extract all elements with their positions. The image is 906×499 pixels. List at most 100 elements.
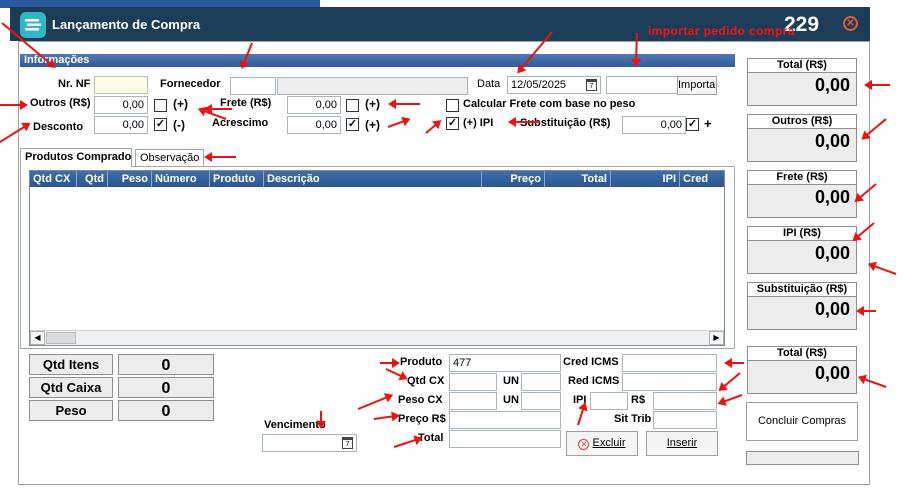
col-qtd-cx[interactable]: Qtd CX bbox=[30, 171, 77, 187]
frete-sign: (+) bbox=[365, 97, 380, 111]
data-value: 12/05/2025 bbox=[511, 79, 567, 91]
red-icms-label: Red ICMS bbox=[568, 375, 620, 387]
vencimento-calendar-icon[interactable]: 7 bbox=[342, 437, 353, 449]
un-label-2: UN bbox=[503, 375, 519, 387]
un-input[interactable] bbox=[521, 392, 561, 410]
preco-input[interactable] bbox=[449, 411, 561, 429]
preco-label: Preço R$ bbox=[398, 413, 446, 425]
data-input[interactable]: 12/05/2025 7 bbox=[507, 76, 601, 94]
frete-total-label: Frete (R$) bbox=[748, 171, 856, 185]
annotation-arrow bbox=[858, 310, 876, 312]
total-label-2: Total (R$) bbox=[748, 347, 856, 361]
total-item-input[interactable] bbox=[449, 430, 561, 448]
cred-icms-label: Cred ICMS bbox=[563, 356, 619, 368]
calc-frete-checkbox[interactable] bbox=[446, 99, 459, 112]
rs-label: R$ bbox=[631, 394, 646, 406]
acrescimo-input[interactable]: 0,00 bbox=[287, 116, 341, 134]
outros-total-label: Outros (R$) bbox=[748, 115, 856, 129]
fornecedor-label: Fornecedor bbox=[160, 78, 221, 90]
scroll-left-icon[interactable]: ◀ bbox=[30, 331, 45, 345]
col-qtd[interactable]: Qtd bbox=[77, 171, 108, 187]
annotation-importar-pedido: importar pedido compra bbox=[648, 24, 795, 38]
tab-observacao[interactable]: Observação bbox=[135, 149, 204, 167]
substituicao-total-label: Substituição (R$) bbox=[748, 283, 856, 297]
desconto-input[interactable]: 0,00 bbox=[94, 116, 148, 134]
ipi-total-label: IPI (R$) bbox=[748, 227, 856, 241]
qtd-itens-value: 0 bbox=[118, 354, 214, 375]
total-box-1: Total (R$) 0,00 bbox=[747, 58, 857, 106]
annotation-arrow bbox=[869, 263, 897, 275]
qtd-caixa-label: Qtd Caixa bbox=[29, 377, 113, 398]
col-cred[interactable]: Cred bbox=[680, 171, 726, 187]
excluir-icon: ✕ bbox=[578, 439, 590, 450]
frete-total-box: Frete (R$) 0,00 bbox=[747, 170, 857, 218]
excluir-label: Excluir bbox=[592, 437, 626, 449]
col-peso[interactable]: Peso bbox=[108, 171, 152, 187]
fornecedor-code-input[interactable] bbox=[230, 77, 276, 95]
ipi-label: (+) IPI bbox=[463, 117, 494, 129]
inserir-button[interactable]: Inserir bbox=[646, 431, 718, 456]
outros-checkbox[interactable] bbox=[154, 99, 167, 112]
scroll-right-icon[interactable]: ▶ bbox=[709, 331, 724, 345]
qtd-itens-label: Qtd Itens bbox=[29, 354, 113, 375]
col-ipi[interactable]: IPI bbox=[611, 171, 680, 187]
annotation-arrow bbox=[380, 358, 400, 368]
substituicao-total-box: Substituição (R$) 0,00 bbox=[747, 282, 857, 330]
qtd-caixa-value: 0 bbox=[118, 377, 214, 398]
qtd-cx-extra-input[interactable] bbox=[521, 373, 561, 391]
acrescimo-sign: (+) bbox=[365, 118, 380, 132]
un-label: UN bbox=[503, 394, 519, 406]
col-preco[interactable]: Preço bbox=[482, 171, 545, 187]
col-total[interactable]: Total bbox=[545, 171, 611, 187]
total-box-2: Total (R$) 0,00 bbox=[747, 346, 857, 394]
col-descricao[interactable]: Descrição bbox=[264, 171, 482, 187]
ipi-item-input[interactable] bbox=[590, 392, 628, 410]
calendar-icon[interactable]: 7 bbox=[586, 79, 597, 91]
ipi-checkbox[interactable]: ✓ bbox=[446, 117, 459, 130]
annotation-arrow bbox=[390, 103, 420, 105]
importar-input[interactable] bbox=[606, 76, 678, 94]
outros-total-value: 0,00 bbox=[814, 131, 850, 151]
concluir-compras-button[interactable]: Concluir Compras bbox=[746, 402, 858, 441]
importar-button[interactable]: Importar bbox=[677, 76, 717, 95]
substituicao-total-value: 0,00 bbox=[814, 299, 850, 319]
sit-trib-label: Sit Trib bbox=[614, 413, 652, 425]
sit-trib-input[interactable] bbox=[653, 411, 717, 429]
substituicao-checkbox[interactable]: ✓ bbox=[686, 118, 699, 131]
vencimento-input[interactable]: 7 bbox=[262, 434, 357, 452]
ipi-total-value: 0,00 bbox=[814, 243, 850, 263]
status-bar bbox=[746, 451, 859, 465]
col-numero[interactable]: Número bbox=[152, 171, 210, 187]
frete-total-value: 0,00 bbox=[814, 187, 850, 207]
ipi-total-box: IPI (R$) 0,00 bbox=[747, 226, 857, 274]
substituicao-input[interactable]: 0,00 bbox=[622, 116, 686, 134]
scroll-thumb[interactable] bbox=[46, 332, 76, 344]
outros-input[interactable]: 0,00 bbox=[94, 96, 148, 114]
tab-produtos-comprados[interactable]: Produtos Comprados bbox=[20, 148, 132, 167]
close-icon[interactable]: ✕ bbox=[843, 16, 858, 31]
ipi-rs-input[interactable] bbox=[653, 392, 717, 410]
substituicao-label: Substituição (R$) bbox=[520, 117, 611, 129]
desconto-sign: (-) bbox=[173, 118, 185, 132]
col-produto[interactable]: Produto bbox=[210, 171, 264, 187]
excluir-button[interactable]: ✕ Excluir bbox=[566, 431, 638, 456]
frete-checkbox[interactable] bbox=[346, 99, 359, 112]
qtd-cx-label: Qtd CX bbox=[407, 375, 445, 387]
annotation-arrow bbox=[206, 108, 232, 110]
nf-input[interactable] bbox=[94, 76, 148, 94]
cred-icms-input[interactable] bbox=[622, 354, 717, 372]
acrescimo-checkbox[interactable]: ✓ bbox=[346, 118, 359, 131]
annotation-arrow bbox=[0, 100, 28, 110]
peso-label: Peso bbox=[29, 400, 113, 421]
outros-sign: (+) bbox=[173, 97, 188, 111]
desconto-checkbox[interactable]: ✓ bbox=[154, 118, 167, 131]
qtd-cx-input[interactable] bbox=[449, 373, 497, 391]
produto-input[interactable]: 477 bbox=[449, 354, 561, 372]
grid-horizontal-scrollbar[interactable]: ◀ ▶ bbox=[30, 330, 724, 345]
red-icms-input[interactable] bbox=[622, 373, 717, 391]
peso-cx-input[interactable] bbox=[449, 392, 497, 410]
products-grid[interactable]: Qtd CX Qtd Peso Número Produto Descrição… bbox=[29, 170, 725, 346]
section-informacoes: Informações bbox=[20, 54, 735, 67]
inserir-label: Inserir bbox=[666, 437, 698, 449]
frete-input[interactable]: 0,00 bbox=[287, 96, 341, 114]
